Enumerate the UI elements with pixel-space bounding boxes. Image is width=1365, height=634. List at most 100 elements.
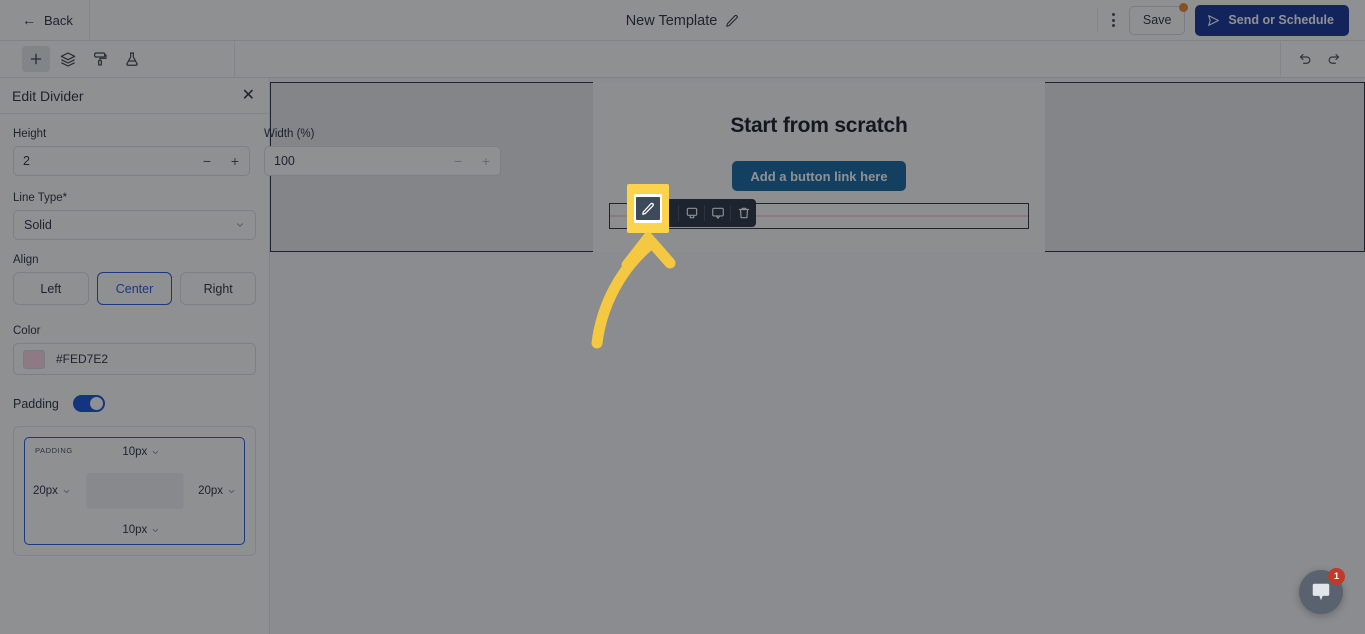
line-type-label: Line Type*	[13, 192, 68, 204]
chevron-down-icon	[153, 450, 159, 454]
align-option-right[interactable]: Right	[180, 272, 257, 305]
padding-toggle-row: Padding	[13, 395, 256, 412]
padding-caption: PADDING	[35, 446, 73, 455]
duplicate-icon	[686, 207, 697, 219]
padding-right-text: 20px	[198, 485, 223, 497]
send-or-schedule-button[interactable]: Send or Schedule	[1195, 4, 1349, 36]
undo-icon	[1299, 53, 1310, 64]
page-title: New Template	[625, 12, 718, 29]
top-bar: ← Back New Template Save Send or Schedul…	[0, 0, 1365, 41]
toolbar-tools	[0, 46, 146, 72]
edit-block-icon[interactable]	[627, 199, 652, 227]
height-increment-button[interactable]: +	[221, 147, 249, 175]
undo-button[interactable]	[1295, 49, 1315, 69]
width-field-group: Width (%) − +	[264, 128, 501, 176]
padding-content-placeholder	[86, 473, 183, 509]
chevron-down-icon	[237, 223, 243, 227]
panel-body: Height − + Width (%) − +	[0, 114, 501, 556]
height-decrement-button[interactable]: −	[193, 147, 221, 175]
chevron-down-icon	[63, 489, 70, 493]
padding-bottom-value[interactable]: 10px	[122, 524, 160, 536]
panel-title: Edit Divider	[12, 87, 84, 104]
toolbar-divider	[234, 40, 235, 78]
color-swatch[interactable]	[23, 349, 45, 369]
test-button[interactable]	[118, 46, 146, 72]
align-field-group: Align Left Center Right	[13, 254, 257, 305]
padding-left-value[interactable]: 20px	[33, 485, 71, 497]
height-input[interactable]	[14, 154, 193, 168]
history-controls	[1280, 40, 1365, 78]
width-label: Width (%)	[264, 128, 315, 140]
chat-widget-button[interactable]: 1	[1299, 568, 1345, 614]
add-block-button[interactable]	[22, 46, 50, 72]
unsaved-changes-dot	[1179, 2, 1189, 12]
comment-block-icon[interactable]	[705, 199, 730, 227]
align-label: Align	[13, 254, 39, 266]
align-option-left[interactable]: Left	[13, 272, 89, 305]
padding-right-value[interactable]: 20px	[198, 485, 236, 497]
block-action-toolbar	[627, 199, 756, 227]
align-option-center[interactable]: Center	[96, 272, 173, 305]
height-field-group: Height − +	[13, 128, 250, 176]
edit-divider-panel: Edit Divider ✕ Height − + Width (%)	[0, 78, 501, 634]
save-button-label: Save	[1142, 13, 1172, 27]
paint-roller-icon	[94, 52, 107, 66]
line-type-value: Solid	[24, 218, 52, 232]
close-icon[interactable]: ✕	[242, 87, 255, 104]
layers-icon	[60, 52, 76, 67]
layers-button[interactable]	[54, 46, 82, 72]
line-type-field-group: Line Type* Solid	[13, 192, 256, 240]
padding-label: Padding	[13, 396, 59, 411]
send-button-label: Send or Schedule	[1228, 13, 1334, 27]
padding-left-text: 20px	[33, 485, 58, 497]
redo-icon	[1328, 53, 1339, 64]
back-button-label: Back	[44, 12, 73, 28]
trash-icon	[738, 207, 749, 219]
color-hex-value: #FED7E2	[56, 352, 109, 366]
width-decrement-button[interactable]: −	[444, 147, 472, 175]
align-segmented-control: Left Center Right	[13, 272, 257, 305]
arrow-left-icon: ←	[22, 12, 36, 28]
email-heading: Start from scratch	[730, 114, 908, 137]
styles-button[interactable]	[86, 46, 114, 72]
back-button[interactable]: ← Back	[0, 0, 90, 41]
comment-icon	[711, 207, 724, 219]
width-stepper[interactable]: − +	[264, 146, 501, 176]
redo-button[interactable]	[1323, 49, 1343, 69]
top-bar-actions: Save Send or Schedule	[1096, 0, 1365, 41]
chevron-down-icon	[153, 528, 159, 532]
pencil-icon[interactable]	[725, 14, 739, 28]
drag-handle-icon	[662, 207, 669, 219]
flask-icon	[126, 52, 138, 66]
padding-toggle[interactable]	[72, 395, 105, 412]
padding-editor-card: PADDING 10px 20px 20px 10px	[13, 426, 256, 556]
color-field-group: Color #FED7E2	[13, 325, 256, 375]
padding-top-value[interactable]: 10px	[122, 446, 160, 458]
send-plane-icon	[1208, 14, 1220, 26]
delete-block-icon[interactable]	[731, 199, 756, 227]
size-fields-row: Height − + Width (%) − +	[13, 128, 501, 176]
duplicate-block-icon[interactable]	[679, 199, 704, 227]
chevron-down-icon	[228, 489, 235, 493]
chat-unread-badge: 1	[1328, 568, 1345, 585]
height-label: Height	[13, 128, 47, 140]
email-link-button[interactable]: Add a button link here	[732, 161, 906, 191]
save-button[interactable]: Save	[1128, 2, 1189, 35]
color-label: Color	[13, 325, 41, 337]
padding-bottom-text: 10px	[122, 524, 148, 536]
line-type-select[interactable]: Solid	[13, 210, 256, 240]
panel-header: Edit Divider ✕	[0, 78, 269, 114]
color-picker[interactable]: #FED7E2	[13, 343, 256, 375]
plus-icon	[30, 53, 42, 65]
kebab-menu-icon[interactable]	[1096, 7, 1119, 33]
width-input[interactable]	[265, 154, 444, 168]
padding-box: PADDING 10px 20px 20px 10px	[24, 437, 245, 545]
pencil-icon	[633, 206, 646, 219]
height-stepper[interactable]: − +	[13, 146, 250, 176]
chat-bubble-icon	[1312, 583, 1330, 601]
padding-top-text: 10px	[122, 446, 148, 458]
move-block-icon[interactable]	[653, 199, 678, 227]
editor-toolbar	[0, 40, 1365, 78]
app-root: ← Back New Template Save Send or Schedul…	[0, 0, 1365, 634]
width-increment-button[interactable]: +	[472, 147, 500, 175]
